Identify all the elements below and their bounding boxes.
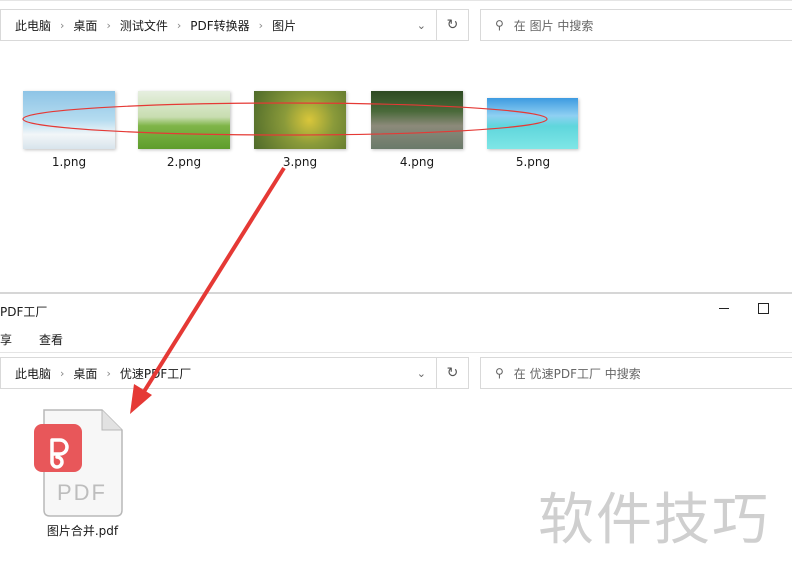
file-label[interactable]: 2.png: [138, 155, 230, 169]
breadcrumb-item[interactable]: 此电脑: [11, 365, 55, 382]
chevron-down-icon[interactable]: ⌄: [417, 367, 426, 380]
divider: [0, 352, 792, 353]
chevron-down-icon[interactable]: ⌄: [417, 19, 426, 32]
address-bar[interactable]: 此电脑 › 桌面 › 优速PDF工厂 ⌄: [0, 357, 437, 389]
file-label[interactable]: 4.png: [371, 155, 463, 169]
watermark: 软件技巧: [538, 488, 770, 553]
search-placeholder: 在 图片 中搜索: [513, 18, 594, 33]
window-title: PDF工厂: [0, 305, 48, 319]
top-window: 此电脑 › 桌面 › 测试文件 › PDF转换器 › 图片 ⌄ ↻ ⚲ 在 图片 中搜索…: [0, 0, 792, 292]
thumbnail-3[interactable]: [254, 91, 346, 149]
chevron-right-icon: ›: [106, 366, 111, 380]
search-icon: ⚲: [495, 18, 504, 32]
breadcrumb-item[interactable]: 此电脑: [11, 17, 55, 34]
chevron-right-icon: ›: [258, 18, 264, 32]
breadcrumb-item[interactable]: 桌面: [69, 17, 101, 34]
refresh-icon: ↻: [446, 17, 459, 33]
minimize-icon: [719, 307, 729, 309]
thumbnail-2[interactable]: [138, 91, 230, 149]
file-label[interactable]: 图片合并.pdf: [30, 522, 135, 539]
maximize-button[interactable]: [758, 303, 769, 314]
file-label[interactable]: 3.png: [254, 155, 346, 169]
breadcrumb-item[interactable]: 桌面: [69, 365, 101, 382]
pdf-file-icon: PDF: [34, 409, 123, 517]
thumbnail-4[interactable]: [371, 91, 463, 149]
breadcrumb-item[interactable]: 优速PDF工厂: [116, 365, 195, 382]
file-label[interactable]: 1.png: [23, 155, 115, 169]
search-icon: ⚲: [495, 366, 504, 380]
breadcrumb-item[interactable]: PDF转换器: [186, 17, 253, 34]
chevron-right-icon: ›: [106, 18, 111, 32]
chevron-right-icon: ›: [60, 18, 65, 32]
breadcrumb-item[interactable]: 图片: [268, 17, 300, 34]
minimize-button[interactable]: [716, 298, 732, 318]
pdf-icon-text: PDF: [57, 480, 107, 505]
thumbnail-5[interactable]: [487, 98, 578, 149]
pdf-file[interactable]: PDF 图片合并.pdf: [30, 406, 135, 541]
refresh-button[interactable]: ↻: [436, 9, 469, 41]
file-label[interactable]: 5.png: [487, 155, 579, 169]
search-input[interactable]: ⚲ 在 图片 中搜索: [480, 9, 792, 41]
refresh-icon: ↻: [446, 365, 459, 381]
menu-item-share[interactable]: 享: [0, 331, 12, 348]
chevron-right-icon: ›: [176, 18, 182, 32]
refresh-button[interactable]: ↻: [436, 357, 469, 389]
thumbnail-1[interactable]: [23, 91, 115, 149]
search-placeholder: 在 优速PDF工厂 中搜索: [513, 366, 641, 381]
search-input[interactable]: ⚲ 在 优速PDF工厂 中搜索: [480, 357, 792, 389]
breadcrumb-item[interactable]: 测试文件: [116, 17, 172, 34]
address-bar[interactable]: 此电脑 › 桌面 › 测试文件 › PDF转换器 › 图片 ⌄: [0, 9, 437, 41]
chevron-right-icon: ›: [60, 366, 65, 380]
menu-item-view[interactable]: 查看: [39, 331, 63, 348]
